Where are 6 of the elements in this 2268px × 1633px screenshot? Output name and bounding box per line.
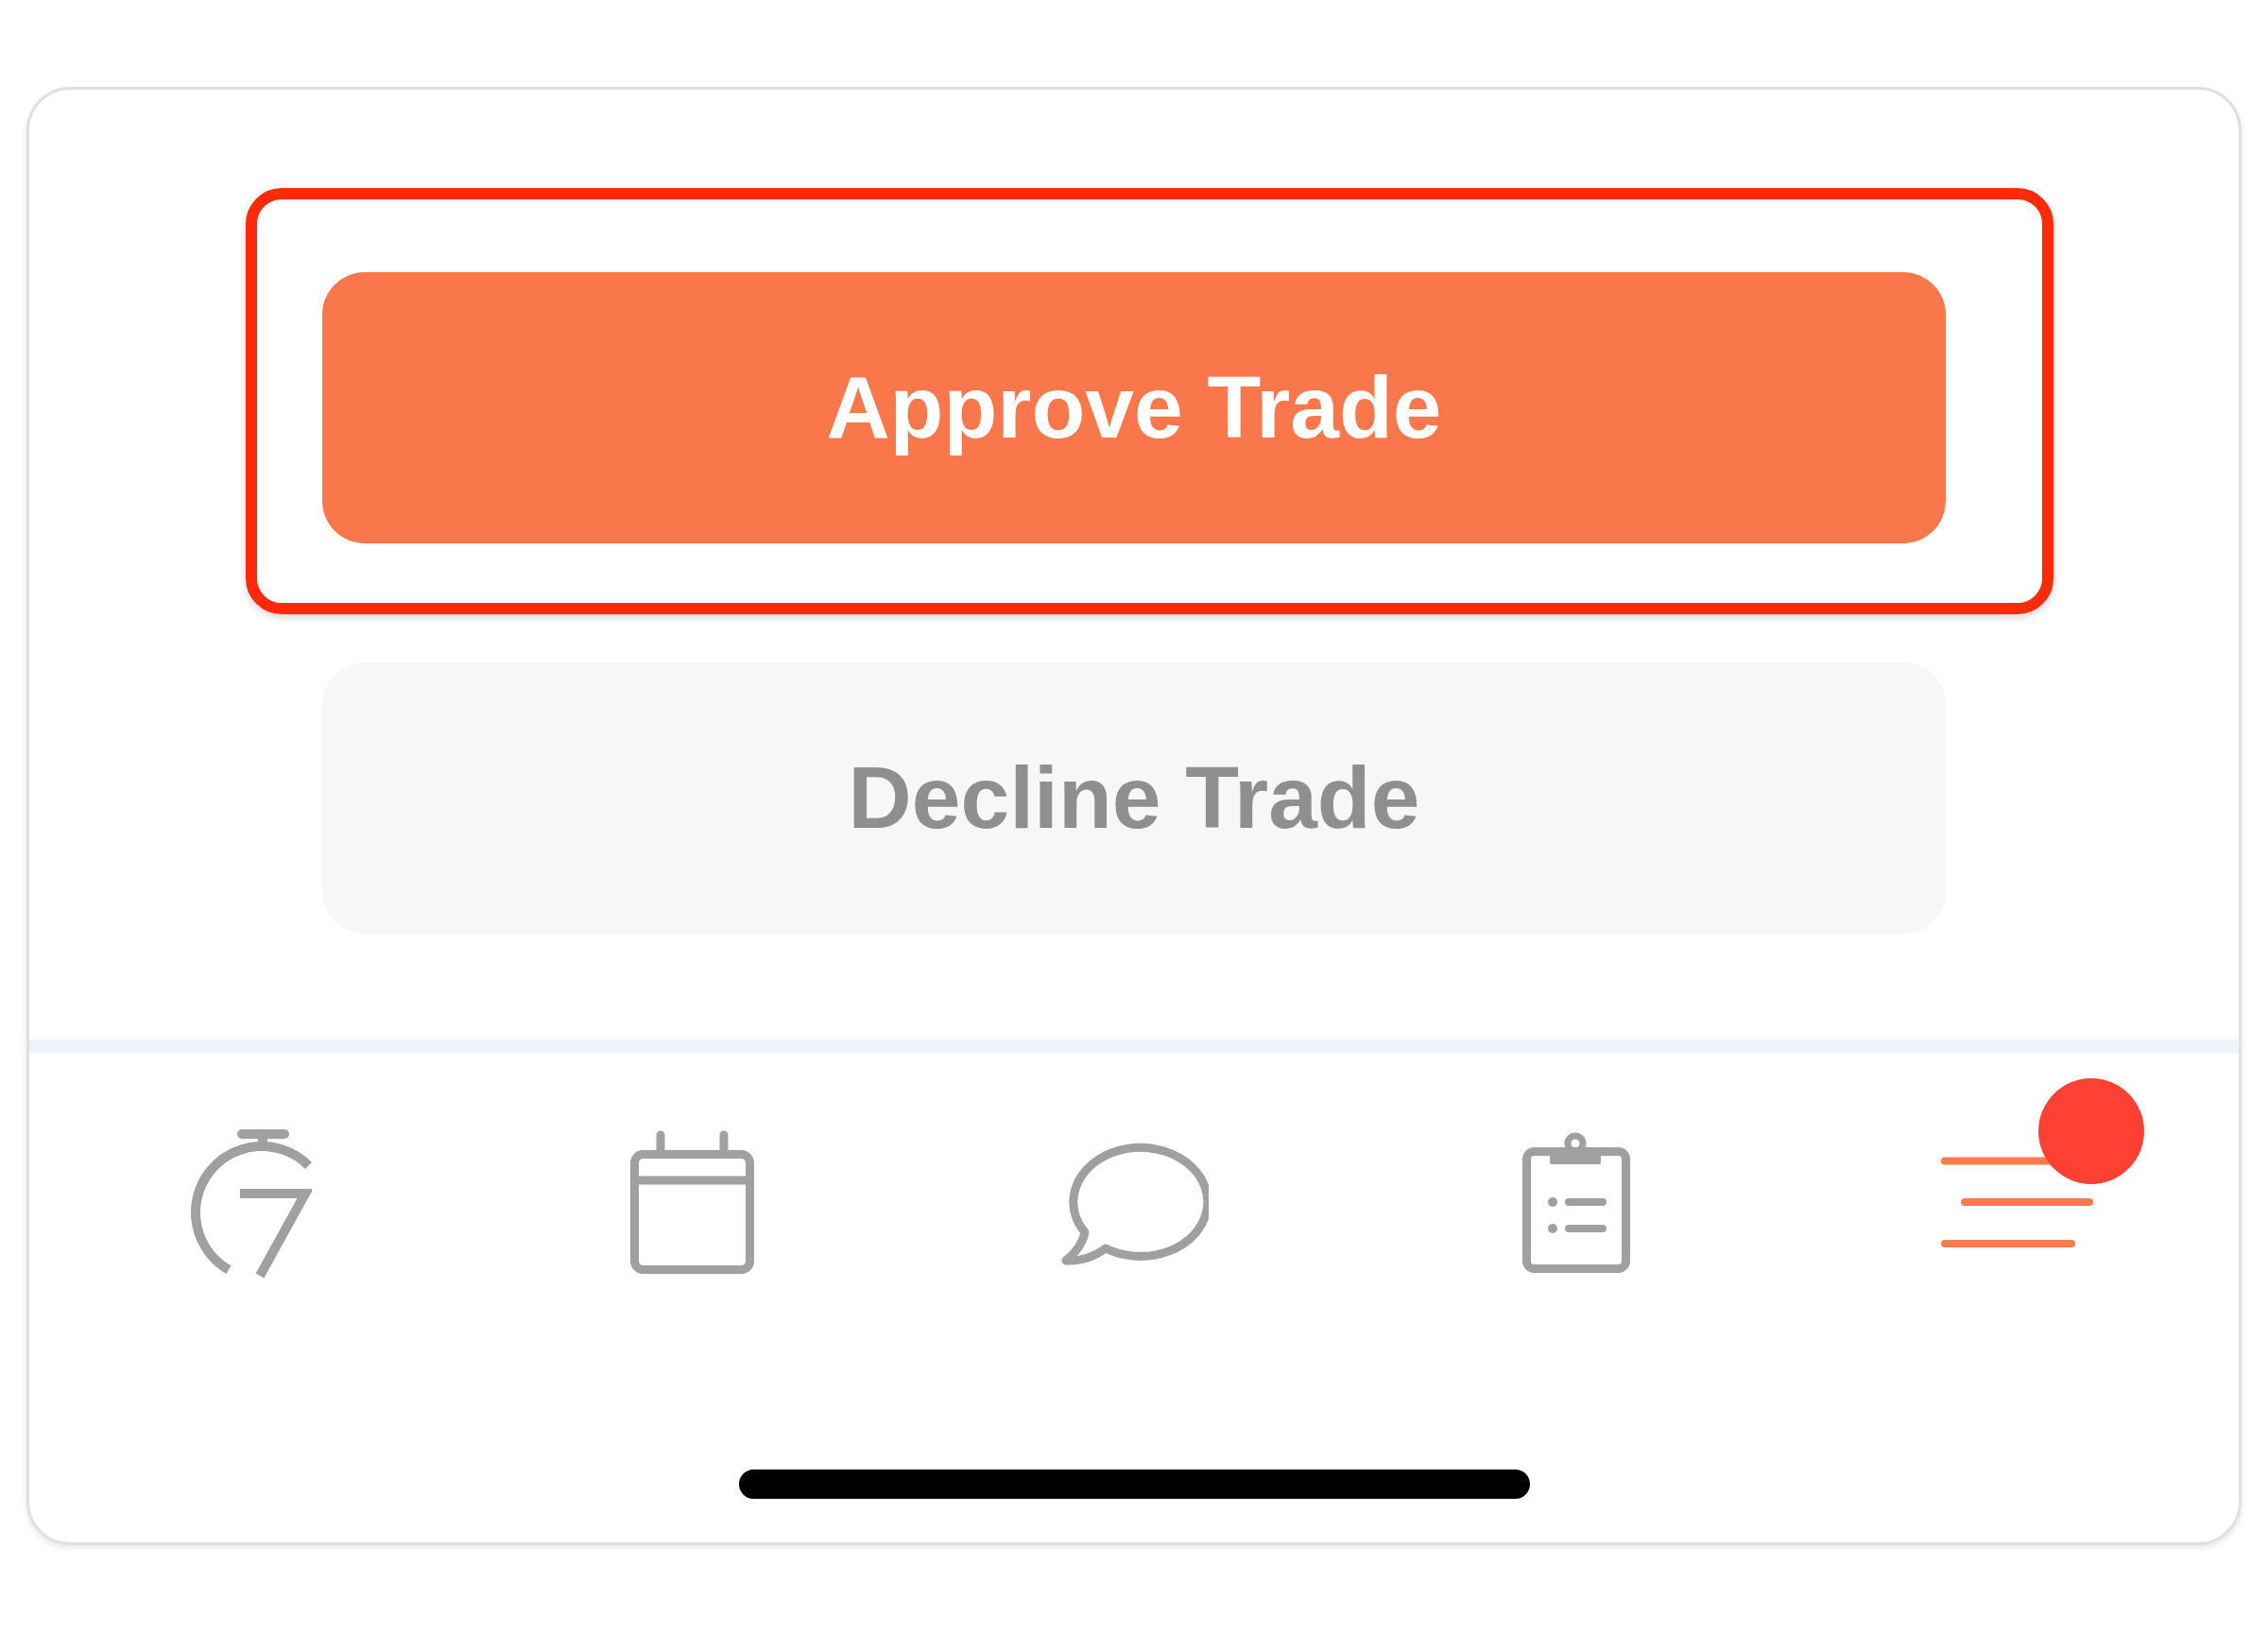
clipboard-icon[interactable] bbox=[1521, 1130, 1631, 1274]
calendar-icon[interactable] bbox=[628, 1128, 755, 1276]
approve-button[interactable]: Approve Trade bbox=[322, 272, 1946, 543]
menu-icon[interactable] bbox=[1941, 1156, 2095, 1248]
stopwatch-icon[interactable] bbox=[188, 1126, 312, 1278]
decline-button[interactable]: Decline Trade bbox=[322, 662, 1946, 934]
